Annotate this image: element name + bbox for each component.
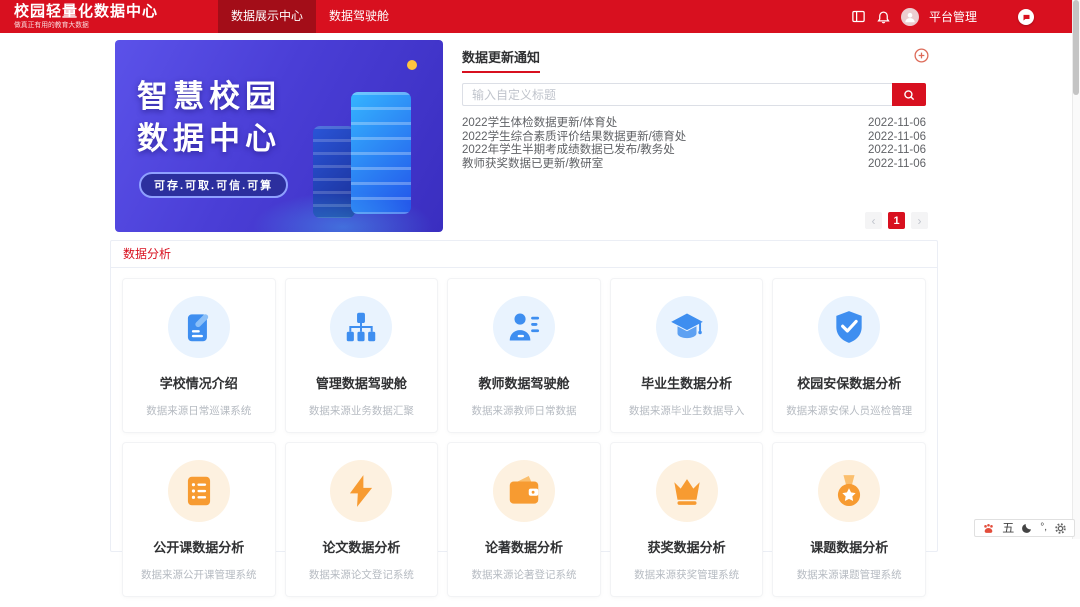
decor-dot	[407, 60, 417, 70]
card-subtitle: 数据来源获奖管理系统	[634, 569, 740, 581]
notice-item[interactable]: 教师获奖数据已更新/教研室 2022-11-06	[462, 158, 926, 172]
card-title: 获奖数据分析	[647, 540, 726, 555]
card-title: 校园安保数据分析	[797, 376, 902, 391]
notice-list: 2022学生体检数据更新/体育处 2022-11-06 2022学生综合素质评价…	[462, 117, 926, 171]
ime-wubi-label[interactable]: 五	[1002, 519, 1014, 537]
medal-icon	[818, 460, 881, 522]
card-monograph-analysis[interactable]: 论著数据分析 数据来源论著登记系统	[447, 442, 601, 597]
app-logo: 校园轻量化数据中心 做真正有用的教育大数据	[14, 3, 158, 31]
search-input[interactable]	[462, 83, 892, 106]
bell-icon[interactable]	[876, 9, 891, 24]
app-title: 校园轻量化数据中心	[14, 3, 159, 20]
notice-item-text: 2022学生体检数据更新/体育处	[462, 117, 618, 129]
plus-circle-icon[interactable]	[913, 47, 930, 64]
app-subtitle: 做真正有用的教育大数据	[14, 20, 89, 29]
scrollbar-track[interactable]	[1072, 0, 1080, 539]
search-button[interactable]	[892, 83, 926, 106]
card-subtitle: 数据来源论文登记系统	[308, 569, 414, 581]
notice-panel: 数据更新通知 2022学生体检数据更新/体育处 2022-11-06 2022学…	[450, 40, 938, 232]
card-subtitle: 数据来源课题管理系统	[796, 569, 902, 581]
banner-tagline: 可存.可取.可信.可算	[139, 172, 289, 198]
card-security-analysis[interactable]: 校园安保数据分析 数据来源安保人员巡检管理	[772, 278, 926, 433]
card-school-intro[interactable]: 学校情况介绍 数据来源日常巡课系统	[122, 278, 276, 433]
analysis-cards: 学校情况介绍 数据来源日常巡课系统 管理数据驾驶舱 数据来源业务数据汇聚 教师数…	[111, 268, 937, 607]
nav-tab-data-display[interactable]: 数据展示中心	[218, 0, 317, 33]
card-teacher-cockpit[interactable]: 教师数据驾驶舱 数据来源教师日常数据	[447, 278, 601, 433]
ime-punct-label[interactable]: °,	[1040, 519, 1047, 537]
search-icon	[904, 89, 915, 100]
notice-title: 数据更新通知	[462, 47, 541, 73]
card-title: 学校情况介绍	[159, 376, 238, 391]
banner-title-line1: 智慧校园	[137, 79, 281, 114]
chat-bubble-icon	[1023, 14, 1029, 20]
card-title: 论文数据分析	[322, 540, 401, 555]
card-subtitle: 数据来源安保人员巡检管理	[786, 405, 913, 417]
gear-icon[interactable]	[1054, 522, 1067, 535]
notice-item-date: 2022-11-06	[868, 130, 926, 143]
card-subtitle: 数据来源教师日常数据	[471, 405, 577, 417]
card-title: 教师数据驾驶舱	[478, 376, 570, 391]
org-chart-icon	[330, 296, 393, 358]
shield-check-icon	[818, 296, 881, 358]
notice-item-date: 2022-11-06	[868, 144, 926, 156]
card-award-analysis[interactable]: 获奖数据分析 数据来源获奖管理系统	[609, 442, 764, 597]
header-actions: 平台管理	[851, 0, 977, 33]
graduation-cap-icon	[655, 296, 718, 358]
person-list-icon	[492, 296, 555, 358]
nav-tab-data-cockpit[interactable]: 数据驾驶舱	[316, 0, 402, 33]
pagination-page-1[interactable]: 1	[888, 212, 905, 229]
card-openclass-analysis[interactable]: 公开课数据分析 数据来源公开课管理系统	[122, 442, 276, 597]
screen-switch-icon[interactable]	[851, 9, 866, 24]
analysis-section: 数据分析 学校情况介绍 数据来源日常巡课系统 管理数据驾驶舱 数据来源业务数据汇…	[110, 240, 938, 597]
card-graduate-analysis[interactable]: 毕业生数据分析 数据来源毕业生数据导入	[609, 278, 764, 433]
card-subtitle: 数据来源论著登记系统	[471, 569, 577, 581]
scrollbar-thumb[interactable]	[1073, 0, 1079, 95]
notice-item-text: 教师获奖数据已更新/教研室	[462, 157, 604, 170]
paw-icon[interactable]	[982, 522, 995, 535]
notice-item[interactable]: 2022年学生半期考成绩数据已发布/教务处 2022-11-06	[462, 144, 926, 158]
main-nav: 数据展示中心 数据驾驶舱	[218, 0, 402, 33]
card-subtitle: 数据来源公开课管理系统	[141, 569, 257, 581]
wallet-icon	[492, 460, 555, 522]
card-title: 管理数据驾驶舱	[315, 376, 407, 391]
card-thesis-analysis[interactable]: 论文数据分析 数据来源论文登记系统	[284, 442, 439, 597]
ime-toolbar: 五 °,	[974, 519, 1075, 537]
moon-icon[interactable]	[1021, 522, 1033, 534]
pagination: ‹ 1 ›	[865, 212, 928, 229]
crown-icon	[655, 460, 718, 522]
notice-header: 数据更新通知	[450, 40, 938, 73]
card-subtitle: 数据来源业务数据汇聚	[308, 405, 414, 417]
notice-item-text: 2022年学生半期考成绩数据已发布/教务处	[462, 144, 675, 156]
user-menu-label[interactable]: 平台管理	[929, 8, 977, 25]
card-title: 公开课数据分析	[153, 540, 245, 555]
banner-text: 智慧校园 数据中心 可存.可取.可信.可算	[137, 76, 289, 198]
notice-item[interactable]: 2022学生综合素质评价结果数据更新/德育处 2022-11-06	[462, 131, 926, 145]
card-subtitle: 数据来源毕业生数据导入	[628, 405, 745, 417]
card-management-cockpit[interactable]: 管理数据驾驶舱 数据来源业务数据汇聚	[284, 278, 439, 433]
banner-title-line2: 数据中心	[137, 121, 281, 156]
edit-note-icon	[167, 296, 230, 358]
avatar[interactable]	[900, 7, 919, 26]
list-doc-icon	[167, 460, 230, 522]
card-title: 论著数据分析	[484, 540, 563, 555]
pagination-next[interactable]: ›	[911, 212, 928, 229]
notice-item[interactable]: 2022学生体检数据更新/体育处 2022-11-06	[462, 117, 926, 131]
card-subtitle: 数据来源日常巡课系统	[146, 405, 252, 417]
pagination-prev[interactable]: ‹	[865, 212, 882, 229]
card-title: 课题数据分析	[810, 540, 889, 555]
hero-banner[interactable]: 智慧校园 数据中心 可存.可取.可信.可算	[115, 40, 443, 232]
card-title: 毕业生数据分析	[641, 376, 733, 391]
floating-widget[interactable]	[1018, 9, 1034, 25]
notice-search	[462, 83, 926, 106]
notice-item-text: 2022学生综合素质评价结果数据更新/德育处	[462, 130, 687, 143]
app-header: 校园轻量化数据中心 做真正有用的教育大数据 数据展示中心 数据驾驶舱 平台管理	[0, 0, 1080, 33]
notice-item-date: 2022-11-06	[868, 117, 926, 129]
card-project-analysis[interactable]: 课题数据分析 数据来源课题管理系统	[772, 442, 926, 597]
lightning-icon	[330, 460, 393, 522]
notice-item-date: 2022-11-06	[868, 157, 926, 170]
analysis-title: 数据分析	[111, 241, 937, 268]
